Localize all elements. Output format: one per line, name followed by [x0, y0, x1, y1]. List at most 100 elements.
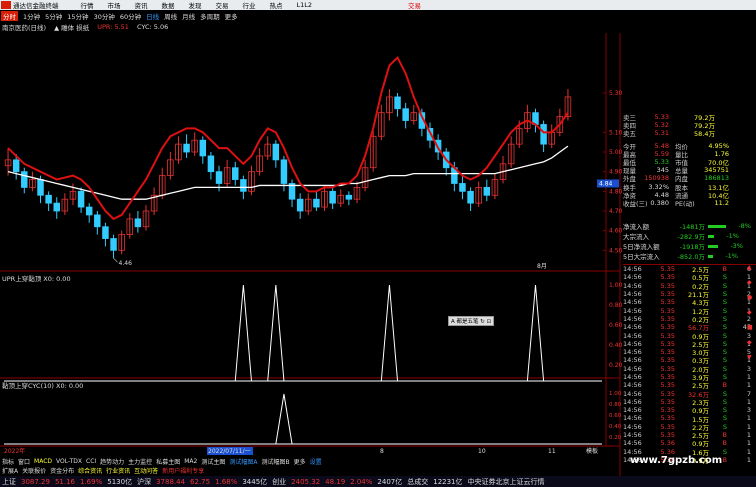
flow-label: 大宗流入	[623, 233, 649, 241]
tab-industry-news[interactable]: 行业资讯	[106, 466, 130, 475]
side-icon[interactable]: ◆	[747, 279, 756, 286]
candle-body	[540, 124, 547, 145]
indicator2-label: 黏顶上穿CYC(10) X0: 0.00	[2, 382, 84, 390]
signal-spike	[267, 284, 285, 382]
side-icon[interactable]: ◆	[747, 339, 756, 346]
tab-main-monitor[interactable]: 主力监控	[128, 457, 152, 466]
tab-zhibiao[interactable]: 指标	[2, 457, 14, 466]
hs-label[interactable]: 沪深	[137, 477, 151, 487]
price-axis-label: 4.70	[609, 208, 623, 215]
flow-pct: -8%	[738, 222, 751, 230]
tab-chuangkou[interactable]: 窗口	[18, 457, 30, 466]
tick-side: S	[722, 414, 727, 423]
cy-pct: 2.04%	[350, 477, 373, 486]
tick-count: 1	[746, 422, 751, 431]
indicator2-axis-label: 0.80	[609, 402, 622, 408]
tick-price: 5.35	[660, 273, 675, 282]
indicator1-axis-label: 0.20	[609, 362, 623, 369]
tab-cci[interactable]: CCI	[86, 458, 96, 465]
tab-more[interactable]: 更多	[294, 457, 306, 466]
flow-label: 5日净流入额	[623, 243, 660, 251]
tab-test-main[interactable]: 测试主图	[201, 457, 225, 466]
tab-new-user[interactable]: 新用户福利专享	[162, 466, 204, 475]
price-axis-label: 4.50	[609, 247, 623, 254]
tab-settings[interactable]: 设置	[310, 457, 322, 466]
stat-value: 5.33	[654, 158, 669, 167]
tick-count: 3	[746, 364, 751, 373]
flow-bar	[708, 244, 718, 248]
tick-time: 14:56	[623, 373, 642, 381]
tick-price: 5.35	[660, 356, 675, 365]
tab-macd[interactable]: MACD	[34, 458, 52, 465]
side-icon[interactable]: ▼	[747, 354, 756, 361]
tab-test-b[interactable]: 测试幅图B	[261, 457, 289, 466]
tick-time: 14:56	[623, 389, 642, 398]
tick-price: 5.35	[660, 281, 675, 290]
stat-value: 4.48	[654, 190, 669, 199]
side-toolbar: ▲ ◆ ● ◆ ■ ◆ ▼	[747, 264, 756, 361]
tab-private-main[interactable]: 私募主图	[156, 457, 180, 466]
side-icon[interactable]: ●	[747, 294, 756, 301]
indicator1-axis-label: 1.00	[609, 282, 623, 289]
tick-count: 1	[746, 373, 751, 381]
tick-time: 14:56	[623, 281, 642, 290]
flow-row: 大宗流入 -282.9万 -1%	[623, 231, 756, 241]
tab-trend[interactable]: 趋势动力	[100, 457, 124, 466]
tick-side: S	[722, 323, 727, 332]
tick-list[interactable]: 14:56 5.35 2.5万 B 6 14:56 5.35 0.5万 S 1 14:56 5.35 0…	[623, 264, 756, 465]
candle-body	[483, 186, 491, 196]
stat-value: 3.32%	[648, 182, 669, 191]
month-marker: 8月	[537, 263, 547, 270]
side-icon[interactable]: ■	[747, 324, 756, 331]
candle-body	[199, 139, 207, 157]
tab-test-a[interactable]: 测试幅图A	[229, 457, 257, 466]
indicator1-axis-label: 0.60	[609, 322, 623, 329]
indicator2-axis-label: 0.60	[609, 413, 622, 419]
candle-body	[459, 183, 466, 192]
tick-price: 5.36	[660, 439, 675, 448]
price-axis-label: 4.60	[609, 228, 623, 235]
tick-price: 5.35	[660, 381, 675, 390]
sh-pct: 1.69%	[80, 477, 103, 486]
quote-panel: 卖三 5.33 79.2万 卖四 5.32 79.2万 卖五 5.31 58.4…	[623, 113, 756, 208]
capital-flow-panel: 净流入额 -1481万 -8% 大宗流入 -282.9万 -1% 5日净流入额 -1918…	[623, 221, 756, 261]
tick-side: S	[722, 314, 727, 323]
tick-price: 5.35	[660, 290, 675, 299]
flow-bar	[708, 254, 713, 258]
price-tag: 4.84	[599, 180, 613, 187]
tick-time: 14:56	[623, 290, 642, 299]
hs-index: 3788.44	[156, 477, 186, 486]
signal-spike	[275, 393, 293, 445]
tab-news[interactable]: 综合资讯	[78, 466, 102, 475]
candle-body	[53, 202, 60, 212]
candle-body	[394, 96, 401, 110]
tab-capital-dist[interactable]: 资金分布	[50, 466, 74, 475]
tick-price: 5.35	[660, 306, 675, 315]
tab-qa[interactable]: 互动问答	[134, 466, 158, 475]
candle-body	[12, 159, 20, 173]
tab-ext-a[interactable]: 扩展A	[2, 466, 18, 475]
tab-related-quote[interactable]: 关联报价	[22, 466, 46, 475]
low-marker	[113, 257, 118, 263]
tick-side: S	[722, 298, 727, 307]
sh-label[interactable]: 上证	[2, 477, 16, 487]
tick-count: 1	[746, 439, 751, 448]
date-axis-label: 2022/07/11/一	[208, 448, 251, 455]
tab-ma2[interactable]: MA2	[184, 458, 197, 465]
tick-count: 1	[746, 455, 751, 464]
cy-label[interactable]: 创业	[272, 477, 286, 487]
date-axis-label: 11	[548, 448, 556, 455]
flow-bar	[708, 234, 714, 238]
tick-side: S	[722, 331, 727, 340]
candle-body	[183, 143, 190, 153]
tick-time: 14:56	[623, 306, 642, 315]
floating-tool-tag[interactable]: A 都是五笔 ↻ ⊡	[448, 316, 495, 326]
side-icon[interactable]: ▲	[747, 264, 756, 271]
tab-vol[interactable]: VOL-TDX	[56, 458, 82, 465]
candle-body	[296, 198, 304, 212]
indicator1-axis-label: 0.80	[609, 302, 623, 309]
tick-price: 5.35	[660, 414, 675, 423]
side-icon[interactable]: ◆	[747, 309, 756, 316]
hs-amount: 3445亿	[242, 477, 268, 486]
candle-body	[102, 226, 109, 239]
